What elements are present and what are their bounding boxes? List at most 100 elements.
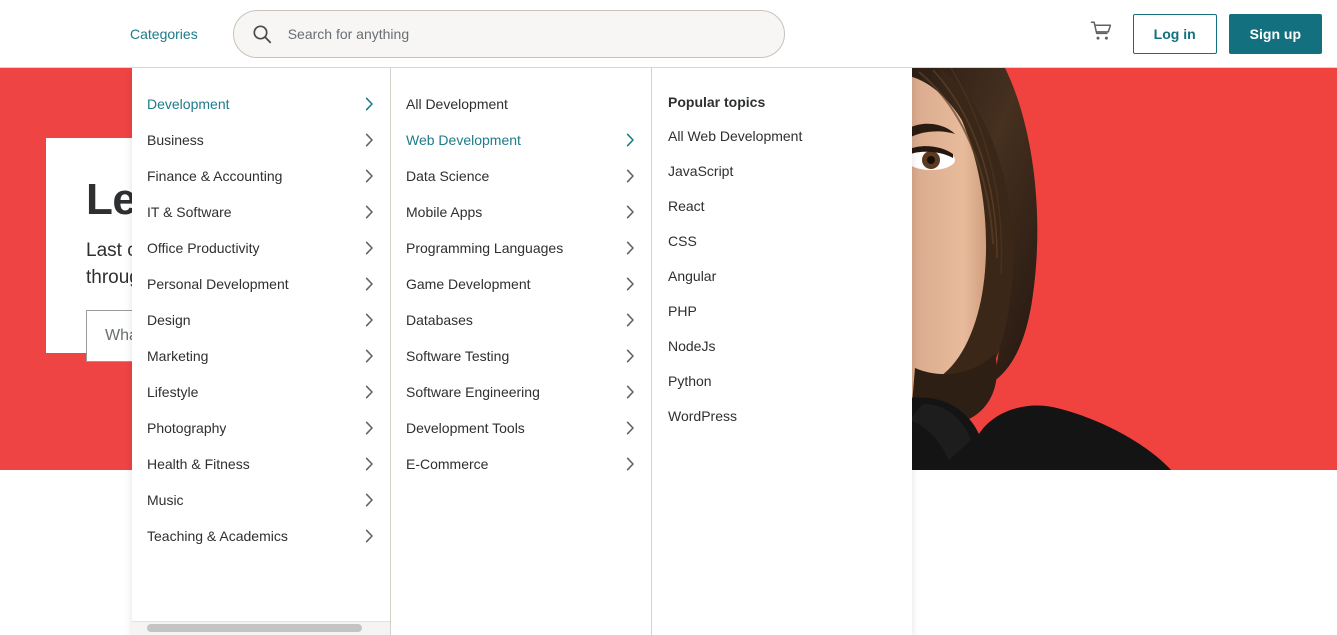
- chevron-right-icon: [365, 349, 374, 363]
- category-item-5[interactable]: Personal Development: [132, 266, 390, 302]
- categories-nav-link[interactable]: Categories: [120, 18, 208, 50]
- chevron-right-icon: [365, 385, 374, 399]
- popular-topics-heading: Popular topics: [668, 94, 766, 110]
- menu-scrollbar-thumb[interactable]: [147, 624, 362, 632]
- subcategory-item-9[interactable]: Development Tools: [391, 410, 651, 446]
- subcategory-item-label: Web Development: [406, 132, 521, 148]
- topic-item-4[interactable]: Angular: [652, 258, 911, 293]
- topic-item-label: CSS: [668, 232, 697, 249]
- category-item-1[interactable]: Business: [132, 122, 390, 158]
- chevron-right-icon: [626, 133, 635, 147]
- subcategory-item-1[interactable]: Web Development: [391, 122, 651, 158]
- topic-item-label: Angular: [668, 267, 717, 284]
- topic-item-label: NodeJs: [668, 337, 716, 354]
- chevron-right-icon: [365, 97, 374, 111]
- menu-column-categories: Development Business Finance & Accounting I…: [132, 68, 391, 635]
- category-item-8[interactable]: Lifestyle: [132, 374, 390, 410]
- chevron-right-icon: [626, 205, 635, 219]
- category-item-label: Health & Fitness: [147, 456, 250, 472]
- search-bar[interactable]: [232, 9, 785, 58]
- subcategory-item-6[interactable]: Databases: [391, 302, 651, 338]
- chevron-right-icon: [626, 421, 635, 435]
- subcategory-item-3[interactable]: Mobile Apps: [391, 194, 651, 230]
- topic-item-label: JavaScript: [668, 162, 734, 179]
- menu-column-topics: Popular topics All Web Development JavaSc…: [652, 68, 911, 635]
- category-item-0[interactable]: Development: [132, 86, 390, 122]
- topic-list: All Web Development JavaScript React CSS Ang…: [652, 118, 911, 433]
- chevron-right-icon: [626, 97, 635, 111]
- chevron-right-icon: [626, 385, 635, 399]
- topic-item-6[interactable]: NodeJs: [652, 328, 911, 363]
- topic-item-label: PHP: [668, 302, 697, 319]
- subcategory-item-label: Mobile Apps: [406, 204, 483, 220]
- category-item-11[interactable]: Music: [132, 482, 390, 518]
- topic-item-label: Python: [668, 372, 712, 389]
- search-input[interactable]: [287, 10, 766, 57]
- site-logo[interactable]: [0, 14, 120, 54]
- category-item-label: Office Productivity: [147, 240, 260, 256]
- subcategory-item-0[interactable]: All Development: [391, 86, 651, 122]
- subcategory-item-4[interactable]: Programming Languages: [391, 230, 651, 266]
- woman-portrait-photo: [909, 68, 1337, 470]
- topic-item-1[interactable]: JavaScript: [652, 153, 911, 188]
- topic-item-3[interactable]: CSS: [652, 223, 911, 258]
- category-item-label: IT & Software: [147, 204, 232, 220]
- chevron-right-icon: [365, 313, 374, 327]
- chevron-right-icon: [365, 529, 374, 543]
- subcategory-item-label: Databases: [406, 312, 473, 328]
- category-list: Development Business Finance & Accounting I…: [132, 86, 390, 554]
- site-header: Categories Log in Sign up: [0, 0, 1337, 68]
- search-icon: [252, 24, 272, 44]
- category-item-7[interactable]: Marketing: [132, 338, 390, 374]
- chevron-right-icon: [626, 277, 635, 291]
- chevron-right-icon: [365, 493, 374, 507]
- chevron-right-icon: [365, 133, 374, 147]
- category-item-9[interactable]: Photography: [132, 410, 390, 446]
- category-item-6[interactable]: Design: [132, 302, 390, 338]
- signup-button[interactable]: Sign up: [1228, 13, 1322, 54]
- category-item-label: Finance & Accounting: [147, 168, 283, 184]
- subcategory-item-5[interactable]: Game Development: [391, 266, 651, 302]
- subcategory-item-7[interactable]: Software Testing: [391, 338, 651, 374]
- subcategory-item-10[interactable]: E-Commerce: [391, 446, 651, 482]
- topic-item-label: All Web Development: [668, 127, 803, 144]
- category-item-4[interactable]: Office Productivity: [132, 230, 390, 266]
- chevron-right-icon: [626, 169, 635, 183]
- menu-scroll-track[interactable]: [132, 621, 390, 635]
- category-item-10[interactable]: Health & Fitness: [132, 446, 390, 482]
- subcategory-item-label: Development Tools: [406, 420, 525, 436]
- topic-item-5[interactable]: PHP: [652, 293, 911, 328]
- subcategory-item-label: Game Development: [406, 276, 531, 292]
- subcategory-list: All Development Web Development Data Scien…: [391, 86, 651, 482]
- category-item-label: Design: [147, 312, 191, 328]
- category-item-12[interactable]: Teaching & Academics: [132, 518, 390, 554]
- chevron-right-icon: [365, 241, 374, 255]
- subcategory-item-label: Software Engineering: [406, 384, 540, 400]
- subcategory-item-label: E-Commerce: [406, 456, 489, 472]
- login-button[interactable]: Log in: [1132, 13, 1217, 54]
- header-actions: Log in Sign up: [1081, 13, 1337, 54]
- subcategory-item-label: All Development: [406, 96, 508, 112]
- topic-item-8[interactable]: WordPress: [652, 398, 911, 433]
- category-item-label: Music: [147, 492, 184, 508]
- chevron-right-icon: [365, 421, 374, 435]
- category-mega-menu: Development Business Finance & Accounting I…: [132, 68, 912, 635]
- shopping-cart-icon: [1089, 19, 1113, 48]
- chevron-right-icon: [626, 313, 635, 327]
- category-item-label: Teaching & Academics: [147, 528, 288, 544]
- category-item-2[interactable]: Finance & Accounting: [132, 158, 390, 194]
- category-item-label: Photography: [147, 420, 227, 436]
- topic-item-0[interactable]: All Web Development: [652, 118, 911, 153]
- subcategory-item-label: Data Science: [406, 168, 490, 184]
- chevron-right-icon: [365, 277, 374, 291]
- subcategory-item-8[interactable]: Software Engineering: [391, 374, 651, 410]
- chevron-right-icon: [626, 349, 635, 363]
- topic-item-7[interactable]: Python: [652, 363, 911, 398]
- cart-button[interactable]: [1081, 14, 1121, 54]
- subcategory-item-label: Software Testing: [406, 348, 510, 364]
- category-item-label: Development: [147, 96, 230, 112]
- category-item-3[interactable]: IT & Software: [132, 194, 390, 230]
- subcategory-item-2[interactable]: Data Science: [391, 158, 651, 194]
- chevron-right-icon: [365, 457, 374, 471]
- topic-item-2[interactable]: React: [652, 188, 911, 223]
